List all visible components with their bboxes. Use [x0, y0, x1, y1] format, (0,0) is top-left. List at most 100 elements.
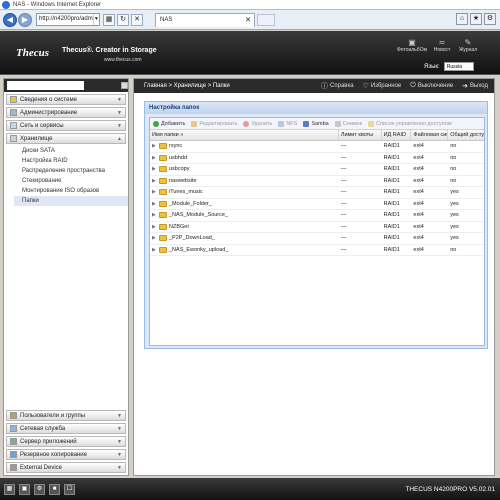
expand-icon[interactable]: ▶ [152, 143, 157, 149]
chevron-down-icon: ▼ [117, 412, 122, 419]
quota-cell: — [340, 246, 347, 253]
home-icon[interactable]: ⌂ [456, 13, 468, 25]
log-link[interactable]: ✎ Журнал [453, 38, 483, 53]
forward-button[interactable]: ▶ [18, 12, 32, 27]
filesystem-cell: ext4 [413, 166, 424, 173]
sidebar-item-storage[interactable]: Хранилище ▲ [6, 133, 126, 144]
favorites-star-icon[interactable]: ★ [470, 13, 482, 25]
chevron-down-icon: ▼ [117, 451, 122, 458]
new-tab-button[interactable] [257, 13, 275, 26]
add-icon [153, 120, 159, 127]
expand-icon[interactable]: ▶ [152, 212, 157, 218]
language-select[interactable]: Russia [443, 62, 474, 71]
expand-icon[interactable]: ▶ [152, 247, 157, 253]
expand-icon[interactable]: ▶ [152, 155, 157, 161]
public-cell: yes [450, 223, 459, 230]
edit-button[interactable]: Редактировать [191, 120, 237, 127]
sidebar-item-system-info[interactable]: Сведения о системе ▼ [6, 94, 126, 105]
footer-icon-5[interactable]: ☐ [64, 483, 75, 495]
favorites-link[interactable]: ♡ Избранное [363, 81, 402, 91]
nfs-button[interactable]: NFS [278, 120, 297, 127]
sidebar-item-external-device[interactable]: External Device ▼ [6, 462, 126, 473]
raid-cell: RAID1 [383, 223, 400, 230]
column-header-quota[interactable]: Лимит квоты [339, 130, 382, 140]
sidebar-search [4, 79, 128, 92]
expand-icon[interactable]: ▶ [152, 235, 157, 241]
sidebar-item-users-groups[interactable]: Пользователи и группы ▼ [6, 410, 126, 421]
table-row[interactable]: ▶ rsync — RAID1 ext4 no [150, 141, 484, 153]
sidebar-item-stacking[interactable]: Стекирование [14, 176, 128, 186]
expand-icon[interactable]: ▶ [152, 178, 157, 184]
sidebar-item-folders[interactable]: Папки [14, 196, 128, 206]
table-row[interactable]: ▶ _P2P_DownLoad_ — RAID1 ext4 yes [150, 233, 484, 245]
filesystem-cell: ext4 [413, 235, 424, 242]
browser-tab[interactable]: NAS ✕ [155, 12, 255, 27]
sidebar-item-backup[interactable]: Резервное копирование ▼ [6, 449, 126, 460]
stop-icon[interactable]: ✕ [131, 13, 143, 26]
table-row[interactable]: ▶ _Module_Folder_ — RAID1 ext4 yes [150, 199, 484, 210]
expand-icon[interactable]: ▶ [152, 189, 157, 195]
address-dropdown-icon[interactable]: ▼ [92, 14, 99, 25]
footer-icon-3[interactable]: ⚙ [34, 483, 45, 495]
browser-tab-label: NAS [160, 17, 173, 23]
folder-icon [159, 166, 167, 173]
address-bar[interactable]: http://n4200pro/adm ▼ [36, 13, 100, 26]
language-selector: Язык: Russia [424, 62, 474, 71]
table-row[interactable]: ▶ _NAS_Module_Source_ — RAID1 ext4 yes [150, 210, 484, 222]
expand-icon[interactable]: ▶ [152, 166, 157, 172]
grid-toolbar: Добавить Редактировать Удалить NFS Samba… [150, 118, 484, 130]
info-icon [10, 96, 17, 103]
column-header-filesystem[interactable]: Файловая система [411, 130, 449, 140]
table-row[interactable]: ▶ NZBGet — RAID1 ext4 yes [150, 222, 484, 233]
table-row[interactable]: ▶ usbcopy — RAID1 ext4 no [150, 164, 484, 176]
logout-link[interactable]: ➜ Выход [462, 81, 488, 91]
footer-icon-2[interactable]: ▣ [19, 483, 30, 495]
delete-button[interactable]: Удалить [243, 120, 272, 127]
sidebar-item-app-server[interactable]: Сервер приложений ▼ [6, 436, 126, 447]
browser-title: NAS - Windows Internet Explorer [13, 1, 102, 8]
table-row[interactable]: ▶ _NAS_Ewonky_upload_ — RAID1 ext4 no [150, 245, 484, 256]
folder-settings-panel: Настройка папок Добавить Редактировать У… [144, 101, 488, 349]
shutdown-link[interactable]: ⏻ Выключение [410, 81, 453, 91]
filesystem-cell: ext4 [413, 154, 424, 161]
help-link[interactable]: ⓘ Справка [321, 81, 354, 91]
samba-button[interactable]: Samba [303, 120, 329, 127]
snapshot-button[interactable]: Снимок [334, 120, 362, 127]
sidebar-item-network-service[interactable]: Сетевая служба ▼ [6, 423, 126, 434]
tab-close-icon[interactable]: ✕ [245, 16, 251, 24]
table-row[interactable]: ▶ iTunes_music — RAID1 ext4 yes [150, 187, 484, 199]
photo-album-link[interactable]: ▣ ФотоальбОм [397, 38, 427, 53]
raid-cell: RAID1 [383, 189, 400, 196]
footer-icon-4[interactable]: ■ [49, 483, 60, 495]
table-row[interactable]: ▶ usbhdd — RAID1 ext4 no [150, 153, 484, 164]
compat-view-icon[interactable]: ▦ [103, 13, 115, 26]
footer-icon-1[interactable]: ▦ [4, 483, 15, 495]
acl-button[interactable]: Список управления доступом [368, 120, 452, 127]
back-button[interactable]: ◀ [3, 12, 17, 27]
acl-icon [368, 120, 375, 127]
column-header-raid[interactable]: ИД RAID [382, 130, 412, 140]
storage-submenu: Диски SATA Настройка RAID Распределение … [14, 146, 128, 206]
sidebar-item-administration[interactable]: Администрирование ▼ [6, 107, 126, 118]
column-header-public[interactable]: Общий доступ [448, 130, 484, 140]
users-icon [10, 412, 17, 419]
folder-icon [159, 154, 167, 161]
sidebar-item-network[interactable]: Сеть и сервисы ▼ [6, 120, 126, 131]
sidebar-collapse-button[interactable] [121, 82, 128, 89]
breadcrumb-bar: Главная > Хранилище > Папки ⓘ Справка ♡ Из… [134, 79, 494, 93]
column-header-name[interactable]: Имя папки » [150, 130, 339, 140]
sidebar-item-iso-mount[interactable]: Монтирование ISO образов [14, 186, 128, 196]
chevron-down-icon: ▼ [117, 96, 122, 103]
sidebar-search-input[interactable] [7, 81, 85, 90]
sidebar-item-sata-disks[interactable]: Диски SATA [14, 146, 128, 156]
expand-icon[interactable]: ▶ [152, 224, 157, 230]
favorites-icon: ♡ [362, 83, 369, 90]
add-button[interactable]: Добавить [153, 120, 185, 127]
table-row[interactable]: ▶ naswebsite — RAID1 ext4 no [150, 176, 484, 187]
expand-icon[interactable]: ▶ [152, 201, 157, 207]
refresh-icon[interactable]: ↻ [117, 13, 129, 26]
folder-name-cell: ▶ _NAS_Module_Source_ [152, 212, 229, 219]
sidebar-item-raid[interactable]: Настройка RAID [14, 156, 128, 166]
tools-gear-icon[interactable]: ⚙ [484, 13, 496, 25]
sidebar-item-space-allocation[interactable]: Распределение пространства [14, 166, 128, 176]
